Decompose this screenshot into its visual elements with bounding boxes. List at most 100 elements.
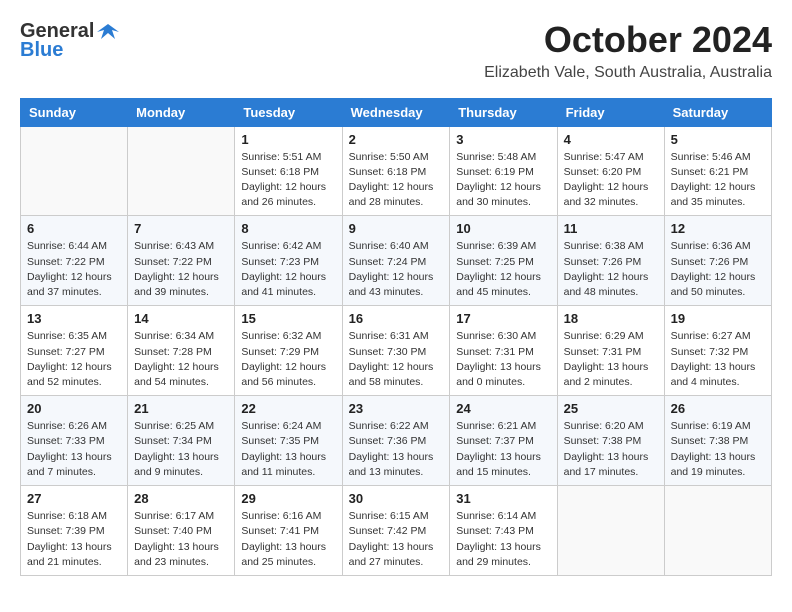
header: General Blue October 2024 Elizabeth Vale… [20,20,772,82]
calendar-cell: 26 Sunrise: 6:19 AM Sunset: 7:38 PM Dayli… [664,396,771,486]
day-number: 2 [349,132,444,147]
calendar-cell: 11 Sunrise: 6:38 AM Sunset: 7:26 PM Dayli… [557,216,664,306]
day-number: 8 [241,221,335,236]
weekday-header-tuesday: Tuesday [235,98,342,126]
day-number: 18 [564,311,658,326]
calendar-cell: 10 Sunrise: 6:39 AM Sunset: 7:25 PM Dayli… [450,216,557,306]
day-number: 23 [349,401,444,416]
day-number: 24 [456,401,550,416]
calendar-cell: 16 Sunrise: 6:31 AM Sunset: 7:30 PM Dayli… [342,306,450,396]
calendar-cell: 12 Sunrise: 6:36 AM Sunset: 7:26 PM Dayli… [664,216,771,306]
weekday-header-friday: Friday [557,98,664,126]
calendar-cell: 19 Sunrise: 6:27 AM Sunset: 7:32 PM Dayli… [664,306,771,396]
day-number: 15 [241,311,335,326]
day-info: Sunrise: 6:39 AM Sunset: 7:25 PM Dayligh… [456,239,550,300]
day-number: 29 [241,491,335,506]
day-number: 16 [349,311,444,326]
day-info: Sunrise: 6:20 AM Sunset: 7:38 PM Dayligh… [564,419,658,480]
weekday-header-sunday: Sunday [21,98,128,126]
day-number: 25 [564,401,658,416]
day-info: Sunrise: 6:32 AM Sunset: 7:29 PM Dayligh… [241,329,335,390]
calendar-cell: 15 Sunrise: 6:32 AM Sunset: 7:29 PM Dayli… [235,306,342,396]
day-info: Sunrise: 6:38 AM Sunset: 7:26 PM Dayligh… [564,239,658,300]
calendar-cell: 30Sunrise: 6:15 AM Sunset: 7:42 PM Dayli… [342,486,450,576]
calendar-cell: 3Sunrise: 5:48 AM Sunset: 6:19 PM Daylig… [450,126,557,216]
month-year: October 2024 [484,20,772,60]
day-info: Sunrise: 6:16 AM Sunset: 7:41 PM Dayligh… [241,509,335,570]
calendar-cell: 1 Sunrise: 5:51 AM Sunset: 6:18 PM Daylig… [235,126,342,216]
weekday-header-monday: Monday [128,98,235,126]
day-info: Sunrise: 6:19 AM Sunset: 7:38 PM Dayligh… [671,419,765,480]
calendar-cell: 28 Sunrise: 6:17 AM Sunset: 7:40 PM Dayli… [128,486,235,576]
calendar-cell: 29 Sunrise: 6:16 AM Sunset: 7:41 PM Dayli… [235,486,342,576]
day-info: Sunrise: 5:46 AM Sunset: 6:21 PM Dayligh… [671,150,765,211]
calendar-cell: 8 Sunrise: 6:42 AM Sunset: 7:23 PM Daylig… [235,216,342,306]
calendar-cell: 27 Sunrise: 6:18 AM Sunset: 7:39 PM Dayli… [21,486,128,576]
day-info: Sunrise: 6:17 AM Sunset: 7:40 PM Dayligh… [134,509,228,570]
day-number: 22 [241,401,335,416]
day-info: Sunrise: 6:22 AM Sunset: 7:36 PM Dayligh… [349,419,444,480]
day-info: Sunrise: 6:36 AM Sunset: 7:26 PM Dayligh… [671,239,765,300]
day-info: Sunrise: 6:15 AM Sunset: 7:42 PM Dayligh… [349,509,444,570]
calendar-cell: 17Sunrise: 6:30 AM Sunset: 7:31 PM Dayli… [450,306,557,396]
day-number: 31 [456,491,550,506]
calendar-cell: 13 Sunrise: 6:35 AM Sunset: 7:27 PM Dayli… [21,306,128,396]
calendar-cell: 14 Sunrise: 6:34 AM Sunset: 7:28 PM Dayli… [128,306,235,396]
day-info: Sunrise: 6:44 AM Sunset: 7:22 PM Dayligh… [27,239,121,300]
day-number: 19 [671,311,765,326]
day-number: 17 [456,311,550,326]
day-info: Sunrise: 6:31 AM Sunset: 7:30 PM Dayligh… [349,329,444,390]
day-info: Sunrise: 6:21 AM Sunset: 7:37 PM Dayligh… [456,419,550,480]
calendar-week-2: 6Sunrise: 6:44 AM Sunset: 7:22 PM Daylig… [21,216,772,306]
day-info: Sunrise: 6:43 AM Sunset: 7:22 PM Dayligh… [134,239,228,300]
day-info: Sunrise: 5:47 AM Sunset: 6:20 PM Dayligh… [564,150,658,211]
logo-bird-icon [97,21,119,43]
day-number: 1 [241,132,335,147]
calendar-cell: 21 Sunrise: 6:25 AM Sunset: 7:34 PM Dayli… [128,396,235,486]
calendar-cell [557,486,664,576]
day-number: 11 [564,221,658,236]
day-number: 14 [134,311,228,326]
location: Elizabeth Vale, South Australia, Austral… [484,64,772,82]
day-info: Sunrise: 6:42 AM Sunset: 7:23 PM Dayligh… [241,239,335,300]
day-info: Sunrise: 5:51 AM Sunset: 6:18 PM Dayligh… [241,150,335,211]
day-number: 21 [134,401,228,416]
day-number: 28 [134,491,228,506]
logo-blue: Blue [20,39,63,62]
day-number: 12 [671,221,765,236]
calendar-cell: 20Sunrise: 6:26 AM Sunset: 7:33 PM Dayli… [21,396,128,486]
day-number: 3 [456,132,550,147]
day-info: Sunrise: 6:27 AM Sunset: 7:32 PM Dayligh… [671,329,765,390]
weekday-header-saturday: Saturday [664,98,771,126]
day-info: Sunrise: 6:34 AM Sunset: 7:28 PM Dayligh… [134,329,228,390]
calendar-cell: 2 Sunrise: 5:50 AM Sunset: 6:18 PM Daylig… [342,126,450,216]
calendar-week-1: 1 Sunrise: 5:51 AM Sunset: 6:18 PM Daylig… [21,126,772,216]
calendar-cell [128,126,235,216]
calendar-week-4: 20Sunrise: 6:26 AM Sunset: 7:33 PM Dayli… [21,396,772,486]
calendar-table: SundayMondayTuesdayWednesdayThursdayFrid… [20,98,772,576]
calendar-cell: 31 Sunrise: 6:14 AM Sunset: 7:43 PM Dayli… [450,486,557,576]
day-info: Sunrise: 6:14 AM Sunset: 7:43 PM Dayligh… [456,509,550,570]
day-number: 9 [349,221,444,236]
day-number: 26 [671,401,765,416]
calendar-cell: 23 Sunrise: 6:22 AM Sunset: 7:36 PM Dayli… [342,396,450,486]
calendar-cell: 24 Sunrise: 6:21 AM Sunset: 7:37 PM Dayli… [450,396,557,486]
day-info: Sunrise: 6:25 AM Sunset: 7:34 PM Dayligh… [134,419,228,480]
day-info: Sunrise: 5:50 AM Sunset: 6:18 PM Dayligh… [349,150,444,211]
calendar-cell: 6Sunrise: 6:44 AM Sunset: 7:22 PM Daylig… [21,216,128,306]
day-number: 27 [27,491,121,506]
calendar-cell: 9 Sunrise: 6:40 AM Sunset: 7:24 PM Daylig… [342,216,450,306]
calendar-cell [21,126,128,216]
day-info: Sunrise: 6:40 AM Sunset: 7:24 PM Dayligh… [349,239,444,300]
day-number: 13 [27,311,121,326]
calendar-cell: 4 Sunrise: 5:47 AM Sunset: 6:20 PM Daylig… [557,126,664,216]
calendar-cell: 5 Sunrise: 5:46 AM Sunset: 6:21 PM Daylig… [664,126,771,216]
day-info: Sunrise: 6:26 AM Sunset: 7:33 PM Dayligh… [27,419,121,480]
day-number: 5 [671,132,765,147]
day-info: Sunrise: 6:18 AM Sunset: 7:39 PM Dayligh… [27,509,121,570]
day-info: Sunrise: 6:35 AM Sunset: 7:27 PM Dayligh… [27,329,121,390]
calendar-cell [664,486,771,576]
calendar-week-5: 27 Sunrise: 6:18 AM Sunset: 7:39 PM Dayli… [21,486,772,576]
day-number: 4 [564,132,658,147]
day-number: 10 [456,221,550,236]
